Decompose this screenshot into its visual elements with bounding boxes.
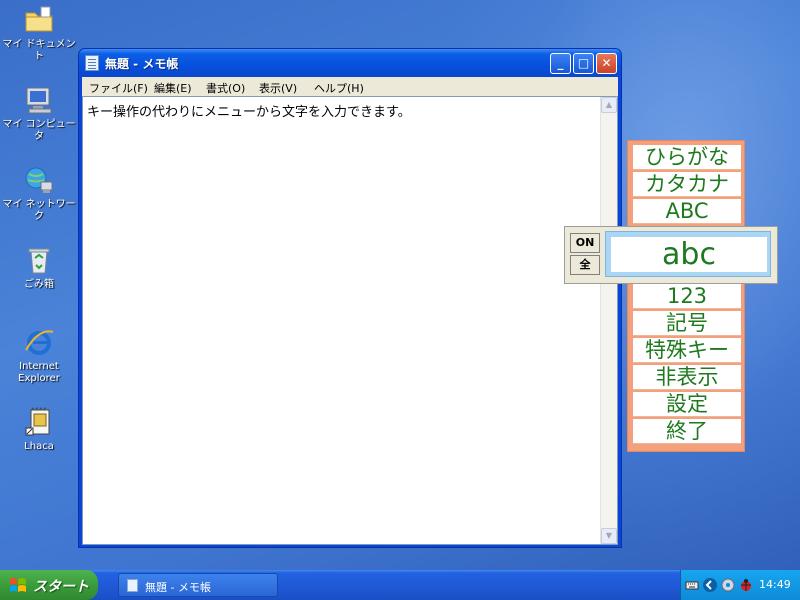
window-title: 無題 - メモ帳	[105, 57, 179, 71]
desktop-icon-my-computer[interactable]: マイ コンピュータ	[0, 84, 78, 143]
ime-menu-panel: ひらがな カタカナ ABC 123 記号 特殊キー 非表示 設定 終了	[627, 140, 745, 452]
menu-edit[interactable]: 編集(E)	[154, 80, 192, 96]
notepad-window[interactable]: 無題 - メモ帳 _ □ ✕ ファイル(F) 編集(E) 書式(O) 表示(V)…	[78, 48, 622, 548]
menu-bar: ファイル(F) 編集(E) 書式(O) 表示(V) ヘルプ(H)	[82, 77, 618, 96]
keyboard-icon[interactable]	[685, 578, 699, 592]
ime-item-123[interactable]: 123	[633, 284, 741, 309]
clock: 14:49	[759, 578, 791, 591]
desktop-icon-my-network[interactable]: マイ ネットワーク	[0, 164, 78, 223]
editor-text: キー操作の代わりにメニューから文字を入力できます。	[87, 105, 411, 120]
desktop-icon-internet-explorer[interactable]: Internet Explorer	[0, 326, 78, 385]
desktop-icon-recycle-bin[interactable]: ごみ箱	[0, 244, 78, 291]
notepad-icon	[85, 55, 99, 71]
ime-item-hiragana[interactable]: ひらがな	[633, 145, 741, 170]
bug-icon[interactable]	[739, 578, 753, 592]
notepad-icon	[127, 579, 138, 592]
maximize-button[interactable]: □	[573, 53, 594, 74]
windows-logo-icon	[9, 576, 27, 594]
minimize-button[interactable]: _	[550, 53, 571, 74]
ime-mode-display[interactable]: abc	[611, 237, 767, 272]
vertical-scrollbar[interactable]: ▲ ▼	[600, 97, 617, 544]
text-editor-area[interactable]: キー操作の代わりにメニューから文字を入力できます。 ▲ ▼	[82, 96, 618, 545]
ime-item-settings[interactable]: 設定	[633, 392, 741, 417]
folder-icon	[23, 4, 55, 36]
computer-icon	[23, 84, 55, 116]
menu-file[interactable]: ファイル(F)	[89, 80, 148, 96]
ime-on-button[interactable]: ON	[570, 233, 600, 253]
start-label: スタート	[33, 579, 89, 595]
desktop-icon-lhaca[interactable]: Lhaca	[0, 406, 78, 453]
ime-item-symbols[interactable]: 記号	[633, 311, 741, 336]
ime-item-katakana[interactable]: カタカナ	[633, 172, 741, 197]
ime-fullwidth-button[interactable]: 全	[570, 255, 600, 275]
recycle-bin-icon	[23, 244, 55, 276]
start-button[interactable]: スタート	[0, 570, 98, 600]
taskbar-item-label: 無題 - メモ帳	[145, 581, 211, 594]
ime-item-exit[interactable]: 終了	[633, 419, 741, 444]
system-tray: 14:49	[680, 570, 800, 600]
ime-item-abc[interactable]: ABC	[633, 199, 741, 224]
menu-view[interactable]: 表示(V)	[259, 80, 297, 96]
ime-toolbar: ON 全 abc	[564, 226, 778, 284]
title-bar[interactable]: 無題 - メモ帳 _ □ ✕	[79, 49, 621, 77]
ime-item-special-keys[interactable]: 特殊キー	[633, 338, 741, 363]
menu-help[interactable]: ヘルプ(H)	[314, 80, 364, 96]
desktop-icon-my-documents[interactable]: マイ ドキュメント	[0, 4, 78, 63]
menu-format[interactable]: 書式(O)	[206, 80, 245, 96]
internet-explorer-icon	[23, 326, 55, 358]
network-icon	[23, 164, 55, 196]
ime-mode-display-frame: abc	[605, 231, 771, 277]
close-button[interactable]: ✕	[596, 53, 617, 74]
scroll-down-button[interactable]: ▼	[601, 528, 617, 544]
disc-icon[interactable]	[721, 578, 735, 592]
lhaca-icon	[23, 406, 55, 438]
chevron-left-icon[interactable]	[703, 578, 717, 592]
taskbar-item-notepad[interactable]: 無題 - メモ帳	[118, 573, 278, 597]
ime-item-hide[interactable]: 非表示	[633, 365, 741, 390]
scroll-up-button[interactable]: ▲	[601, 97, 617, 113]
taskbar: スタート 無題 - メモ帳 14:49	[0, 570, 800, 600]
